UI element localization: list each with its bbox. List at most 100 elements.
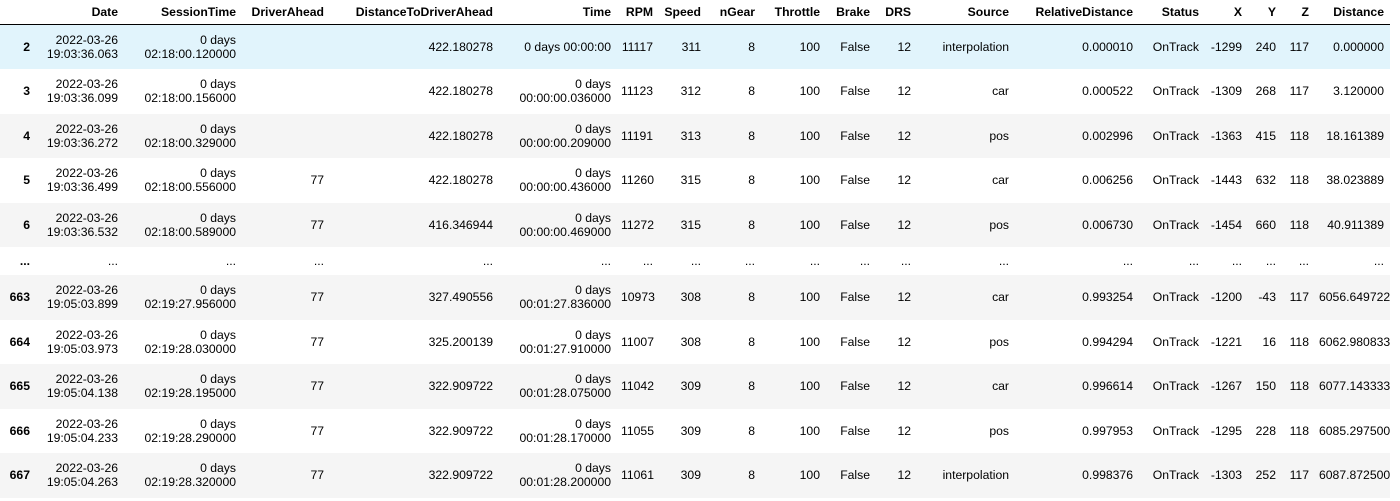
cell-x: -1267 bbox=[1210, 379, 1242, 394]
cell-date: 2022-03-26 19:03:36.499 bbox=[36, 158, 124, 203]
cell-time: ... bbox=[499, 247, 617, 275]
dataframe-table: Date SessionTime DriverAhead DistanceToD… bbox=[0, 0, 1390, 498]
cell-y: 268 bbox=[1255, 84, 1276, 99]
table-row: 665 2022-03-26 19:05:04.138 0 days 02:19:28.… bbox=[0, 364, 1390, 409]
cell-y: 415 bbox=[1255, 128, 1276, 143]
cell-drs: 12 bbox=[897, 84, 911, 99]
cell-line: 0 days 00:00:00 bbox=[524, 40, 611, 54]
cell-line: 0 days bbox=[575, 416, 611, 431]
cell-z: 118 bbox=[1289, 128, 1309, 143]
cell-line: 0 days bbox=[200, 121, 236, 136]
table-row: 666 2022-03-26 19:05:04.233 0 days 02:19:28.… bbox=[0, 408, 1390, 453]
cell-y: 16 bbox=[1262, 334, 1276, 349]
cell-session-time: 0 days 02:19:28.030000 bbox=[124, 320, 242, 365]
cell-line: 00:01:28.075000 bbox=[519, 386, 612, 401]
cell-line: 02:18:00.556000 bbox=[144, 180, 237, 195]
cell-x: -1309 bbox=[1210, 84, 1242, 99]
row-index: 2 bbox=[23, 40, 30, 54]
cell-relative-distance: 0.994294 bbox=[1082, 334, 1133, 349]
cell-drs: 12 bbox=[897, 379, 911, 394]
cell-brake: False bbox=[840, 290, 870, 305]
header-brake: Brake bbox=[826, 0, 876, 25]
cell-distance-to-driver-ahead: 422.180278 bbox=[428, 173, 493, 188]
cell-relative-distance: 0.996614 bbox=[1082, 379, 1133, 394]
cell-line: 0 days bbox=[200, 416, 236, 431]
cell-source: interpolation bbox=[942, 468, 1009, 483]
cell-time: 0 days 00:01:27.910000 bbox=[499, 320, 617, 365]
cell-distance: 6062.980833 bbox=[1319, 334, 1390, 349]
table-row: 6 2022-03-26 19:03:36.532 0 days 02:18:00.58… bbox=[0, 202, 1390, 247]
row-index: 663 bbox=[9, 290, 30, 305]
header-distance-to-driver-ahead: DistanceToDriverAhead bbox=[330, 0, 499, 25]
cell-date: 2022-03-26 19:03:36.272 bbox=[36, 114, 124, 159]
cell-driver-ahead bbox=[242, 114, 330, 159]
cell-y: 240 bbox=[1255, 40, 1276, 54]
cell-drs: 12 bbox=[897, 40, 911, 54]
cell-ngear: 8 bbox=[748, 40, 755, 54]
cell-date: 2022-03-26 19:05:03.973 bbox=[36, 320, 124, 365]
cell-rpm: ... bbox=[642, 254, 653, 268]
cell-source: car bbox=[992, 84, 1009, 99]
cell-line: 2022-03-26 bbox=[55, 372, 118, 387]
cell-status: OnTrack bbox=[1152, 40, 1199, 54]
cell-line: 0 days bbox=[200, 210, 236, 225]
cell-x: -1221 bbox=[1210, 334, 1242, 349]
cell-session-time: ... bbox=[124, 247, 242, 275]
cell-line: 2022-03-26 bbox=[55, 166, 118, 181]
cell-throttle: 100 bbox=[799, 379, 820, 394]
cell-time: 0 days 00:00:00.209000 bbox=[499, 114, 617, 159]
cell-throttle: 100 bbox=[799, 290, 820, 305]
cell-session-time: 0 days 02:18:00.556000 bbox=[124, 158, 242, 203]
header-row: Date SessionTime DriverAhead DistanceToD… bbox=[0, 0, 1390, 25]
cell-status: OnTrack bbox=[1152, 379, 1199, 394]
cell-distance: 6085.297500 bbox=[1319, 423, 1390, 438]
cell-line: 0 days bbox=[200, 166, 236, 181]
cell-y: 632 bbox=[1255, 173, 1276, 188]
cell-distance: ... bbox=[1373, 254, 1384, 268]
cell-ngear: 8 bbox=[748, 379, 755, 394]
cell-z: 118 bbox=[1289, 334, 1309, 349]
cell-line: 2022-03-26 bbox=[55, 121, 118, 136]
cell-date: 2022-03-26 19:05:03.899 bbox=[36, 275, 124, 320]
cell-line: 0 days bbox=[575, 327, 611, 342]
cell-driver-ahead bbox=[242, 25, 330, 70]
cell-brake: ... bbox=[859, 254, 870, 268]
cell-relative-distance: 0.997953 bbox=[1082, 423, 1133, 438]
cell-time: 0 days 00:01:28.075000 bbox=[499, 364, 617, 409]
cell-distance-to-driver-ahead: 422.180278 bbox=[428, 128, 493, 143]
cell-line: 00:00:00.209000 bbox=[519, 135, 612, 150]
cell-driver-ahead: 77 bbox=[310, 217, 324, 232]
cell-drs: 12 bbox=[897, 423, 911, 438]
cell-distance: 6056.649722 bbox=[1319, 290, 1390, 305]
row-index: 667 bbox=[9, 468, 30, 483]
cell-rpm: 11272 bbox=[621, 217, 654, 232]
cell-ngear: 8 bbox=[748, 423, 755, 438]
cell-throttle: 100 bbox=[799, 334, 820, 349]
cell-distance-to-driver-ahead: 322.909722 bbox=[428, 379, 493, 394]
cell-ngear: 8 bbox=[748, 128, 755, 143]
cell-brake: False bbox=[840, 40, 870, 54]
cell-line: 19:05:03.899 bbox=[46, 297, 118, 312]
cell-distance-to-driver-ahead: 416.346944 bbox=[428, 217, 493, 232]
cell-rpm: 11042 bbox=[621, 379, 654, 394]
cell-drs: 12 bbox=[897, 128, 911, 143]
cell-driver-ahead: 77 bbox=[310, 379, 324, 394]
cell-line: 0 days bbox=[575, 372, 611, 387]
cell-driver-ahead: ... bbox=[313, 254, 324, 268]
cell-line: 02:19:28.195000 bbox=[144, 386, 237, 401]
cell-line: 00:01:28.170000 bbox=[519, 430, 612, 445]
cell-drs: 12 bbox=[897, 290, 911, 305]
cell-drs: 12 bbox=[897, 173, 911, 188]
cell-relative-distance: 0.000010 bbox=[1082, 40, 1133, 54]
cell-speed: 315 bbox=[680, 173, 701, 188]
cell-ngear: 8 bbox=[748, 334, 755, 349]
cell-status: OnTrack bbox=[1152, 173, 1199, 188]
cell-line: 00:00:00.469000 bbox=[519, 224, 612, 239]
cell-throttle: ... bbox=[809, 254, 820, 268]
cell-brake: False bbox=[840, 173, 870, 188]
cell-driver-ahead: 77 bbox=[310, 423, 324, 438]
cell-x: -1363 bbox=[1210, 128, 1242, 143]
cell-line: 02:19:28.320000 bbox=[144, 475, 237, 490]
cell-driver-ahead: 77 bbox=[310, 290, 324, 305]
cell-x: -1303 bbox=[1210, 468, 1242, 483]
